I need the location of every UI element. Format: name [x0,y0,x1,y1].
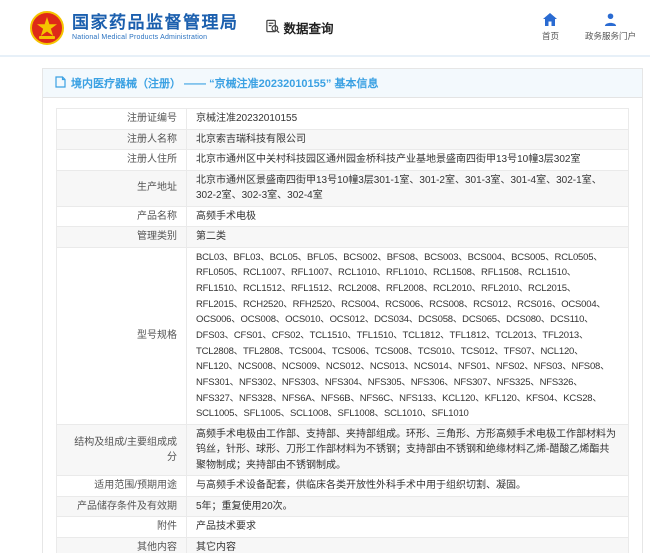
row-value: 北京索吉瑞科技有限公司 [187,129,629,150]
row-value-models: BCL03、BFL03、BCL05、BFL05、BCS002、BFS08、BCS… [187,247,629,424]
detail-card: 境内医疗器械（注册） —— “京械注准20232010155” 基本信息 注册证… [42,68,643,553]
national-emblem-logo [30,11,64,45]
row-value: 产品技术要求 [187,517,629,538]
row-value: 高频手术电极由工作部、支持部、夹持部组成。环形、三角形、方形高频手术电极工作部材… [187,424,629,476]
row-value: 北京市通州区景盛南四街甲13号10幢3层301-1室、301-2室、301-3室… [187,170,629,206]
row-value: 京械注准20232010155 [187,109,629,130]
row-label: 附件 [57,517,187,538]
table-row: 注册人名称 北京索吉瑞科技有限公司 [57,129,629,150]
org-name-block: 国家药品监督管理局 National Medical Products Admi… [72,14,239,42]
table-row: 适用范围/预期用途 与高频手术设备配套，供临床各类开放性外科手术中用于组织切割、… [57,476,629,497]
table-row: 附件 产品技术要求 [57,517,629,538]
row-label: 注册证编号 [57,109,187,130]
registration-info-table: 注册证编号 京械注准20232010155 注册人名称 北京索吉瑞科技有限公司 … [56,108,629,553]
person-icon [604,13,617,28]
table-row: 管理类别 第二类 [57,227,629,248]
row-label: 注册人名称 [57,129,187,150]
row-label: 其他内容 [57,537,187,553]
row-label: 产品储存条件及有效期 [57,496,187,517]
card-title-bar: 境内医疗器械（注册） —— “京械注准20232010155” 基本信息 [43,69,642,98]
table-row: 其他内容 其它内容 [57,537,629,553]
org-name-en: National Medical Products Administration [72,34,239,41]
row-label: 生产地址 [57,170,187,206]
row-value: 5年；重复使用20次。 [187,496,629,517]
row-label: 型号规格 [57,247,187,424]
table-row: 产品储存条件及有效期 5年；重复使用20次。 [57,496,629,517]
data-query-tab[interactable]: 数据查询 [265,18,334,37]
nav-gov-portal[interactable]: 政务服务门户 [585,13,636,42]
row-label: 适用范围/预期用途 [57,476,187,497]
nav-home-label: 首页 [542,30,559,42]
row-label: 产品名称 [57,206,187,227]
row-value: 与高频手术设备配套，供临床各类开放性外科手术中用于组织切割、凝固。 [187,476,629,497]
nav-gov-portal-label: 政务服务门户 [585,30,636,42]
row-value: 第二类 [187,227,629,248]
row-value: 北京市通州区中关村科技园区通州园金桥科技产业基地景盛南四街甲13号10幢3层30… [187,150,629,171]
data-query-label: 数据查询 [284,18,334,37]
info-table-wrap: 注册证编号 京械注准20232010155 注册人名称 北京索吉瑞科技有限公司 … [43,98,642,553]
org-name-cn: 国家药品监督管理局 [72,14,239,33]
table-row: 产品名称 高频手术电极 [57,206,629,227]
row-label: 结构及组成/主要组成成分 [57,424,187,476]
table-row: 结构及组成/主要组成成分 高频手术电极由工作部、支持部、夹持部组成。环形、三角形… [57,424,629,476]
nav-home[interactable]: 首页 [542,13,559,42]
header-nav: 首页 政务服务门户 [542,13,636,42]
table-row: 注册证编号 京械注准20232010155 [57,109,629,130]
row-value: 高频手术电极 [187,206,629,227]
page-title: 境内医疗器械（注册） —— “京械注准20232010155” 基本信息 [71,75,378,91]
home-icon [543,13,557,28]
table-row: 型号规格 BCL03、BFL03、BCL05、BFL05、BCS002、BFS0… [57,247,629,424]
document-icon [55,76,66,91]
row-label: 管理类别 [57,227,187,248]
row-label: 注册人住所 [57,150,187,171]
site-header: 国家药品监督管理局 National Medical Products Admi… [0,0,650,57]
row-value: 其它内容 [187,537,629,553]
document-search-icon [265,19,280,37]
table-row: 生产地址 北京市通州区景盛南四街甲13号10幢3层301-1室、301-2室、3… [57,170,629,206]
table-row: 注册人住所 北京市通州区中关村科技园区通州园金桥科技产业基地景盛南四街甲13号1… [57,150,629,171]
